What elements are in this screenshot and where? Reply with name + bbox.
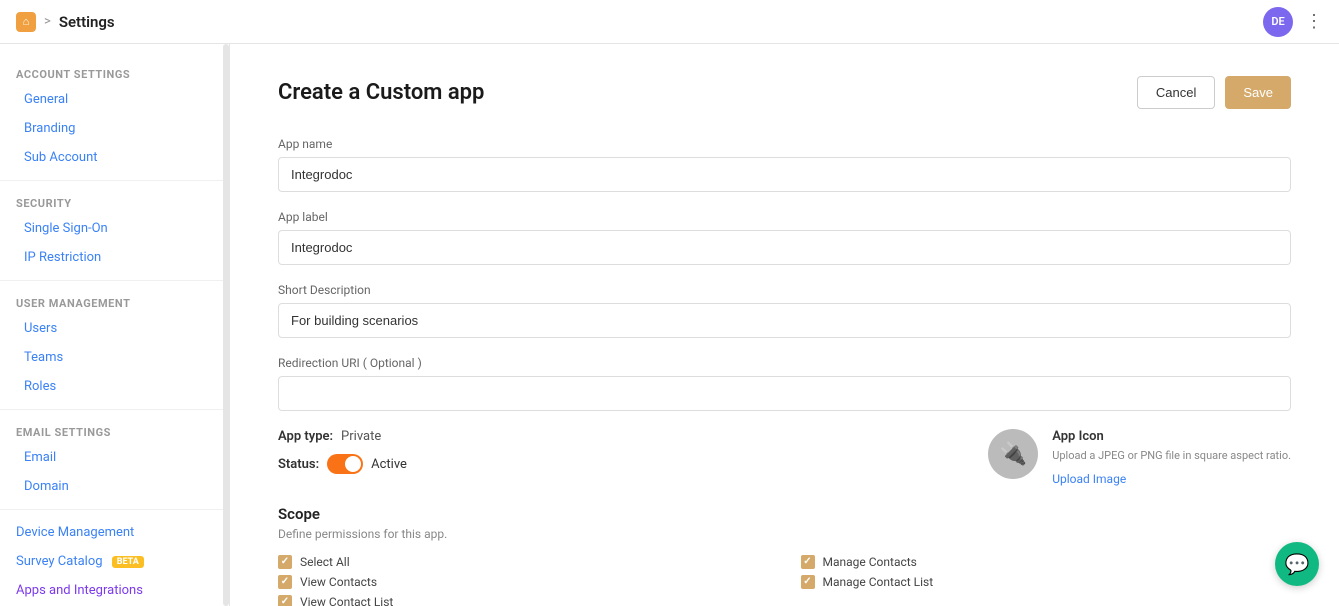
redirect-uri-label: Redirection URI ( Optional ) <box>278 356 1291 370</box>
scope-section: Scope Define permissions for this app. S… <box>278 505 1291 606</box>
breadcrumb: ⌂ > Settings <box>16 12 115 32</box>
chat-bubble-icon: 💬 <box>1285 552 1310 576</box>
sidebar-item-teams[interactable]: Teams <box>0 343 229 372</box>
sidebar: ACCOUNT SETTINGS General Branding Sub Ac… <box>0 44 230 606</box>
app-name-group: App name <box>278 137 1291 192</box>
sidebar-item-domain[interactable]: Domain <box>0 472 229 501</box>
scope-label-manage-contacts: Manage Contacts <box>823 555 917 569</box>
status-toggle[interactable] <box>327 454 363 474</box>
scope-item-select-all: Select All <box>278 555 769 569</box>
sidebar-item-email[interactable]: Email <box>0 443 229 472</box>
sidebar-item-subaccount[interactable]: Sub Account <box>0 143 229 172</box>
scope-grid: Select All Manage Contacts View Contacts… <box>278 555 1291 606</box>
app-type-row: App type: Private <box>278 429 956 444</box>
scope-checkbox-view-contact-list[interactable] <box>278 595 292 606</box>
sidebar-divider-2 <box>0 280 229 281</box>
sidebar-divider-1 <box>0 180 229 181</box>
app-type-value: Private <box>341 429 381 444</box>
sidebar-item-roles[interactable]: Roles <box>0 372 229 401</box>
sidebar-item-survey-catalog[interactable]: Survey Catalog BETA <box>0 547 229 576</box>
upload-image-link[interactable]: Upload Image <box>1052 472 1126 486</box>
app-icon-section: 🔌 App Icon Upload a JPEG or PNG file in … <box>988 429 1291 487</box>
more-options-icon[interactable]: ⋮ <box>1305 11 1323 32</box>
chat-bubble[interactable]: 💬 <box>1275 542 1319 586</box>
main-layout: ACCOUNT SETTINGS General Branding Sub Ac… <box>0 44 1339 606</box>
app-type-label: App type: <box>278 429 333 444</box>
app-label-group: App label <box>278 210 1291 265</box>
redirect-uri-input[interactable] <box>278 376 1291 411</box>
status-row: Status: Active <box>278 454 956 474</box>
app-label-input[interactable] <box>278 230 1291 265</box>
status-toggle-wrap: Active <box>327 454 407 474</box>
page-title: Settings <box>59 13 115 31</box>
two-col-section: App type: Private Status: Active 🔌 <box>278 429 1291 487</box>
topnav-right: DE ⋮ <box>1263 7 1323 37</box>
scope-checkbox-select-all[interactable] <box>278 555 292 569</box>
scope-label-view-contacts: View Contacts <box>300 575 377 589</box>
plug-icon: 🔌 <box>1000 442 1027 467</box>
sidebar-item-ip-restriction[interactable]: IP Restriction <box>0 243 229 272</box>
app-icon-desc: Upload a JPEG or PNG file in square aspe… <box>1052 448 1291 465</box>
app-name-input[interactable] <box>278 157 1291 192</box>
scope-checkbox-manage-contacts[interactable] <box>801 555 815 569</box>
user-management-section-label: USER MANAGEMENT <box>0 289 229 314</box>
app-meta-section: App type: Private Status: Active <box>278 429 956 484</box>
scope-item-view-contact-list: View Contact List <box>278 595 769 606</box>
beta-badge: BETA <box>112 556 144 568</box>
app-icon-box: 🔌 App Icon Upload a JPEG or PNG file in … <box>988 429 1291 487</box>
topnav: ⌂ > Settings DE ⋮ <box>0 0 1339 44</box>
status-label: Status: <box>278 457 319 472</box>
redirect-uri-group: Redirection URI ( Optional ) <box>278 356 1291 411</box>
scope-checkbox-manage-contact-list[interactable] <box>801 575 815 589</box>
scope-item-view-contacts: View Contacts <box>278 575 769 589</box>
email-settings-section-label: EMAIL SETTINGS <box>0 418 229 443</box>
breadcrumb-separator: > <box>44 14 51 29</box>
short-desc-input[interactable] <box>278 303 1291 338</box>
scope-desc: Define permissions for this app. <box>278 527 1291 541</box>
page-header: Create a Custom app Cancel Save <box>278 76 1291 109</box>
security-section-label: SECURITY <box>0 189 229 214</box>
scope-label-view-contact-list: View Contact List <box>300 595 393 606</box>
sidebar-item-sso[interactable]: Single Sign-On <box>0 214 229 243</box>
sidebar-item-general[interactable]: General <box>0 85 229 114</box>
app-label-label: App label <box>278 210 1291 224</box>
sidebar-divider-3 <box>0 409 229 410</box>
scope-item-manage-contact-list: Manage Contact List <box>801 575 1292 589</box>
sidebar-item-apps-integrations[interactable]: Apps and Integrations <box>0 576 229 605</box>
scope-checkbox-view-contacts[interactable] <box>278 575 292 589</box>
sidebar-item-device-management[interactable]: Device Management <box>0 518 229 547</box>
sidebar-item-branding[interactable]: Branding <box>0 114 229 143</box>
sidebar-scrollbar[interactable] <box>223 44 229 606</box>
avatar[interactable]: DE <box>1263 7 1293 37</box>
short-desc-label: Short Description <box>278 283 1291 297</box>
scope-label-select-all: Select All <box>300 555 350 569</box>
scope-label-manage-contact-list: Manage Contact List <box>823 575 934 589</box>
status-active-label: Active <box>371 457 407 472</box>
cancel-button[interactable]: Cancel <box>1137 76 1215 109</box>
app-icon-placeholder: 🔌 <box>988 429 1038 479</box>
scope-title: Scope <box>278 505 1291 523</box>
app-icon-info: App Icon Upload a JPEG or PNG file in sq… <box>1052 429 1291 487</box>
scope-item-manage-contacts: Manage Contacts <box>801 555 1292 569</box>
header-actions: Cancel Save <box>1137 76 1291 109</box>
home-icon[interactable]: ⌂ <box>16 12 36 32</box>
short-desc-group: Short Description <box>278 283 1291 338</box>
app-icon-title: App Icon <box>1052 429 1291 444</box>
app-name-label: App name <box>278 137 1291 151</box>
sidebar-item-users[interactable]: Users <box>0 314 229 343</box>
create-custom-app-title: Create a Custom app <box>278 80 484 105</box>
save-button[interactable]: Save <box>1225 76 1291 109</box>
sidebar-divider-4 <box>0 509 229 510</box>
account-settings-section-label: ACCOUNT SETTINGS <box>0 60 229 85</box>
main-content: Create a Custom app Cancel Save App name… <box>230 44 1339 606</box>
